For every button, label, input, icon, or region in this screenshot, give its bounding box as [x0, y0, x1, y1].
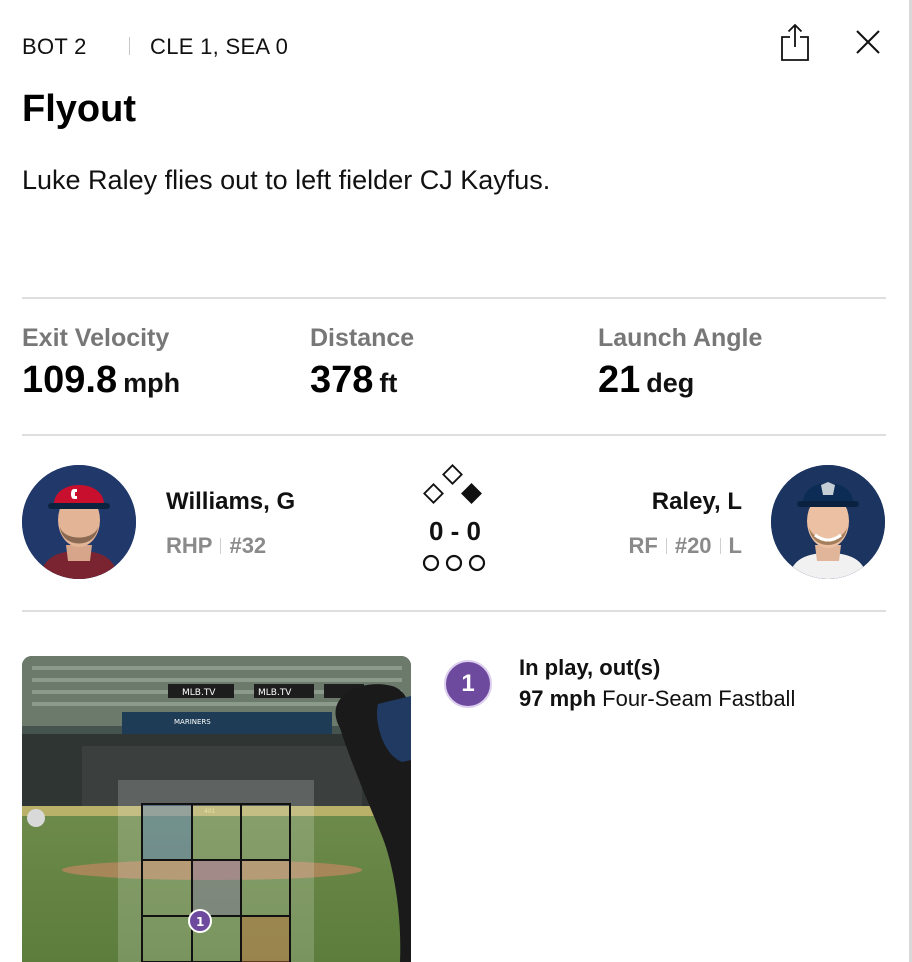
score-text: CLE 1, SEA 0: [150, 34, 289, 59]
pitch-marker-number: 1: [196, 915, 204, 929]
info-separator: [719, 538, 721, 554]
pitch-number-badge: 1: [444, 660, 492, 708]
play-header: BOT 2 CLE 1, SEA 0: [22, 23, 890, 64]
stat-exit-velocity: Exit Velocity 109.8 mph: [22, 324, 180, 402]
pitcher-number: #32: [229, 533, 267, 558]
batter-number: #20: [674, 533, 712, 558]
pitcher-position: RHP: [166, 533, 213, 558]
stat-label: Launch Angle: [598, 324, 763, 352]
stat-unit: mph: [123, 368, 181, 398]
close-icon: [856, 30, 880, 54]
bases-diamond-icon: [423, 464, 482, 504]
score-separator: [129, 37, 130, 55]
pitcher-name[interactable]: Williams, G: [166, 488, 295, 516]
info-separator: [220, 538, 222, 554]
batter-name[interactable]: Raley, L: [652, 488, 742, 516]
stat-value: 21 deg: [598, 359, 762, 402]
close-button[interactable]: [854, 28, 882, 56]
divider-top: [22, 297, 886, 299]
banner-text: MARINERS: [174, 718, 211, 726]
pitch-speed: 97 mph: [519, 686, 597, 711]
divider-bottom: [22, 610, 886, 612]
batter-bats: L: [728, 533, 742, 558]
stat-label: Exit Velocity: [22, 324, 170, 352]
inning-label: BOT 2: [22, 34, 87, 59]
game-situation: 0 - 0: [418, 462, 492, 574]
batter-avatar[interactable]: [771, 465, 885, 579]
pitch-result: In play, out(s): [519, 655, 661, 680]
share-button[interactable]: [779, 22, 811, 62]
batter-headshot-image: [771, 465, 885, 579]
batter-position: RF: [628, 533, 658, 558]
pitch-video-thumbnail[interactable]: MLB.TV MLB.TV MARINERS 401 1: [22, 656, 411, 962]
board-text: MLB.TV: [182, 688, 216, 698]
stat-value: 109.8 mph: [22, 359, 180, 402]
pitcher-avatar[interactable]: [22, 465, 136, 579]
pitch-type: Four-Seam Fastball: [602, 686, 796, 711]
board-text: MLB.TV: [258, 688, 292, 698]
broadcast-frame-image: MLB.TV MLB.TV MARINERS 401 1: [22, 656, 411, 962]
stat-distance: Distance 378 ft: [310, 324, 414, 402]
stat-number: 21: [598, 359, 641, 401]
stat-number: 378: [310, 359, 374, 401]
stat-unit: deg: [646, 368, 695, 398]
pitcher-headshot-image: [22, 465, 136, 579]
stat-unit: ft: [379, 368, 398, 398]
stat-value: 378 ft: [310, 359, 414, 402]
play-description: Luke Raley flies out to left fielder CJ …: [22, 165, 551, 195]
batter-info: RF #20 L: [629, 533, 743, 559]
pitcher-info: RHP #32: [166, 533, 266, 559]
share-icon: [781, 23, 809, 61]
pitch-detail: 97 mph Four-Seam Fastball: [519, 686, 795, 712]
outs-indicator-icon: [422, 554, 486, 572]
stat-number: 109.8: [22, 359, 118, 401]
ball-strike-count: 0 - 0: [428, 516, 482, 546]
stat-label: Distance: [310, 324, 415, 352]
divider-middle: [22, 434, 886, 436]
play-title: Flyout: [22, 88, 136, 130]
wall-text: 401: [204, 808, 216, 815]
info-separator: [665, 538, 667, 554]
stat-launch-angle: Launch Angle 21 deg: [598, 324, 762, 402]
score-label: CLE 1, SEA 0: [129, 34, 288, 60]
